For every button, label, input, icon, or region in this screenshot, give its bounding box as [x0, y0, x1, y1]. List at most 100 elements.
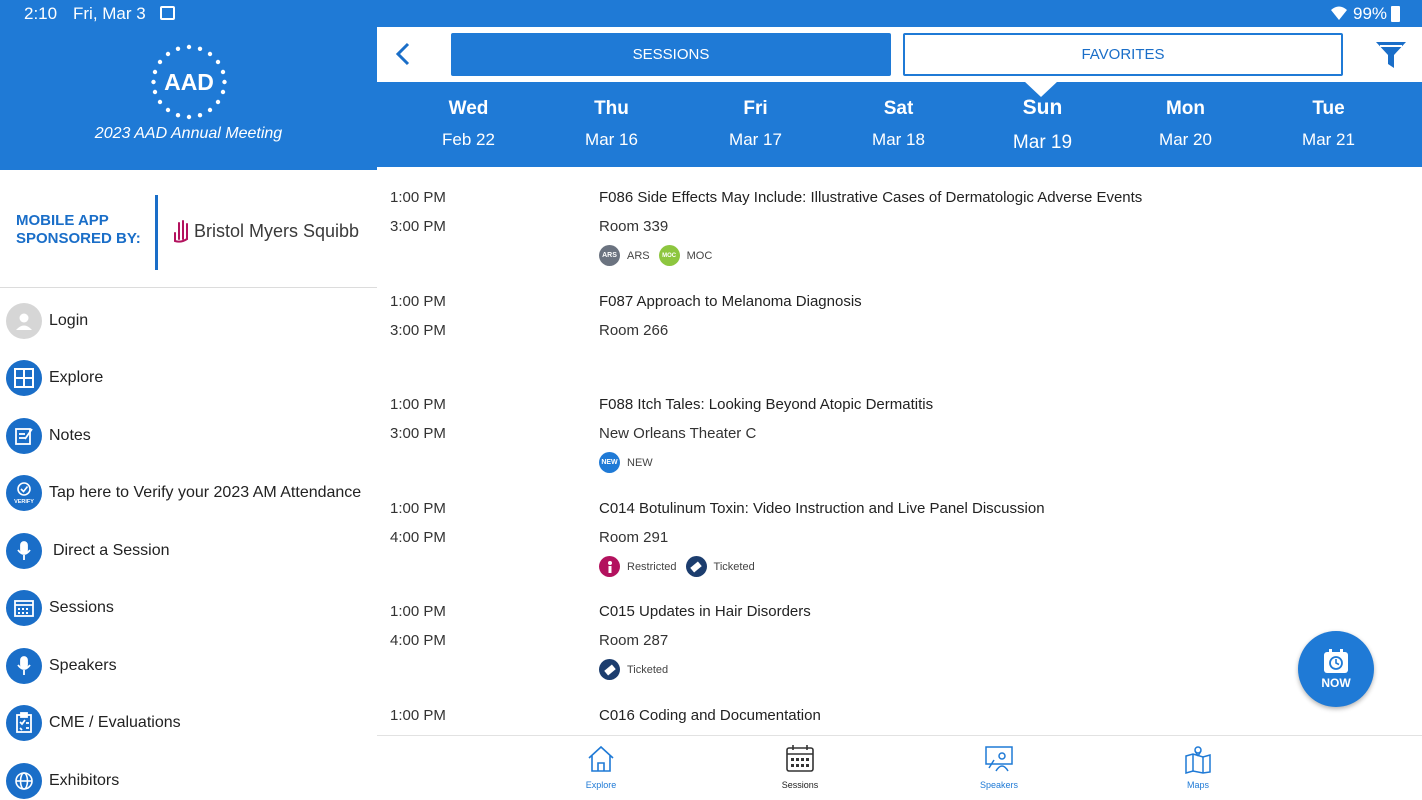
notes-icon	[6, 417, 42, 454]
day-tab-wed[interactable]: Wed Feb 22	[397, 82, 540, 167]
presenter-icon	[985, 746, 1013, 772]
session-title: F088 Itch Tales: Looking Beyond Atopic D…	[599, 396, 934, 413]
sidebar-item-direct-session[interactable]: Direct a Session	[0, 522, 377, 580]
session-title: C016 Coding and Documentation	[599, 707, 821, 724]
favorites-tab-button[interactable]: FAVORITES	[903, 33, 1343, 76]
session-row[interactable]: 1:00 PM 4:00 PM C015 Updates in Hair Dis…	[377, 581, 1422, 685]
session-room: Room 291	[599, 529, 669, 546]
new-icon: NEW	[599, 452, 620, 473]
day-tab-thu[interactable]: Thu Mar 16	[540, 82, 683, 167]
map-icon	[1185, 746, 1211, 774]
day-name: Sat	[883, 98, 914, 119]
nav-label: Speakers	[979, 780, 1019, 790]
day-tab-sat[interactable]: Sat Mar 18	[827, 82, 970, 167]
session-end-time: 4:00 PM	[390, 632, 446, 649]
session-start-time: 1:00 PM	[390, 189, 446, 206]
session-end-time: 3:00 PM	[390, 218, 446, 235]
sidebar-item-speakers[interactable]: Speakers	[0, 637, 377, 695]
nav-speakers[interactable]: Speakers	[939, 736, 1059, 800]
sidebar-item-exhibitors[interactable]: Exhibitors	[0, 752, 377, 800]
session-badges: Restricted Ticketed	[599, 556, 755, 577]
session-end-time: 3:00 PM	[390, 322, 446, 339]
battery-percent: 99%	[1353, 4, 1388, 23]
day-tab-fri[interactable]: Fri Mar 17	[684, 82, 827, 167]
grid-icon	[6, 360, 42, 397]
filter-icon[interactable]	[1374, 39, 1408, 71]
sidebar-item-verify-attendance[interactable]: VERIFY Tap here to Verify your 2023 AM A…	[0, 465, 377, 523]
badge-label: Restricted	[627, 560, 677, 573]
sponsor-logo: Bristol Myers Squibb	[172, 217, 362, 245]
nav-explore[interactable]: Explore	[541, 736, 661, 800]
session-row[interactable]: 1:00 PM 3:00 PM F086 Side Effects May In…	[377, 167, 1422, 271]
session-list: 1:00 PM 3:00 PM F086 Side Effects May In…	[377, 167, 1422, 735]
nav-sessions[interactable]: Sessions	[740, 736, 860, 800]
sponsor-label: MOBILE APP SPONSORED BY:	[16, 212, 141, 247]
session-row[interactable]: 1:00 PM 3:00 PM F088 Itch Tales: Looking…	[377, 374, 1422, 478]
day-name: Sun	[1022, 96, 1063, 119]
now-button[interactable]: NOW	[1298, 631, 1374, 707]
sidebar-item-cme-evaluations[interactable]: CME / Evaluations	[0, 695, 377, 753]
ars-icon: ARS	[599, 245, 620, 266]
session-start-time: 1:00 PM	[390, 707, 446, 724]
verify-icon: VERIFY	[6, 475, 42, 512]
calendar-icon	[6, 590, 42, 627]
session-title: F087 Approach to Melanoma Diagnosis	[599, 293, 862, 310]
sidebar-item-label: Exhibitors	[49, 771, 120, 789]
meeting-title: 2023 AAD Annual Meeting	[94, 125, 283, 142]
session-title: C014 Botulinum Toxin: Video Instruction …	[599, 500, 1045, 517]
ticket-icon	[599, 659, 620, 680]
day-name: Wed	[448, 98, 489, 119]
bms-hand-icon	[174, 220, 188, 243]
day-date: Mar 19	[1012, 132, 1073, 153]
day-name: Fri	[743, 98, 768, 119]
calendar-icon	[786, 745, 814, 772]
main-content: SESSIONS FAVORITES Wed Feb 22 Thu Mar 16…	[377, 27, 1422, 800]
microphone-icon	[6, 532, 42, 569]
now-label: NOW	[1321, 675, 1351, 690]
home-icon	[588, 745, 614, 772]
session-title: C015 Updates in Hair Disorders	[599, 603, 811, 620]
badge-label: MOC	[686, 249, 713, 262]
sidebar-item-label: Login	[49, 311, 89, 329]
sidebar: AAD 2023 AAD Annual Meeting MOBILE APP S…	[0, 27, 377, 800]
session-title: F086 Side Effects May Include: Illustrat…	[599, 189, 1143, 206]
day-date: Mar 17	[729, 130, 782, 149]
session-row[interactable]: 1:00 PM 4:00 PM C014 Botulinum Toxin: Vi…	[377, 478, 1422, 582]
sidebar-item-label: Notes	[49, 426, 91, 444]
session-end-time: 3:00 PM	[390, 425, 446, 442]
sidebar-item-login[interactable]: Login	[0, 292, 377, 350]
day-date: Mar 18	[872, 130, 925, 149]
badge-label: Ticketed	[713, 560, 755, 573]
logo-text: AAD	[164, 68, 214, 95]
session-row[interactable]: 1:00 PM 3:00 PM F087 Approach to Melanom…	[377, 271, 1422, 375]
day-tab-tue[interactable]: Tue Mar 21	[1257, 82, 1400, 167]
day-selector: Wed Feb 22 Thu Mar 16 Fri Mar 17 Sat Mar…	[377, 81, 1422, 167]
nav-label: Sessions	[781, 780, 819, 790]
status-date: Fri, Mar 3	[73, 4, 146, 23]
sidebar-item-label: CME / Evaluations	[49, 714, 181, 732]
session-badges: NEW NEW	[599, 452, 653, 473]
selected-day-indicator	[1024, 81, 1058, 97]
sidebar-item-notes[interactable]: Notes	[0, 407, 377, 465]
session-room: Room 287	[599, 632, 669, 649]
nav-label: Maps	[1186, 780, 1209, 790]
badge-new: NEW NEW	[599, 452, 653, 473]
sponsor-banner[interactable]: MOBILE APP SPONSORED BY: Bristol Myers S…	[0, 170, 377, 288]
nav-maps[interactable]: Maps	[1138, 736, 1258, 800]
sessions-tab-button[interactable]: SESSIONS	[451, 33, 891, 76]
day-name: Thu	[594, 98, 629, 119]
session-row[interactable]: 1:00 PM C016 Coding and Documentation	[377, 685, 1422, 735]
moc-icon: MOC	[658, 245, 680, 266]
session-end-time: 4:00 PM	[390, 529, 446, 546]
globe-icon	[6, 762, 42, 799]
badge-label: ARS	[627, 249, 650, 262]
sidebar-item-sessions[interactable]: Sessions	[0, 580, 377, 638]
day-date: Mar 16	[585, 130, 638, 149]
back-arrow-icon[interactable]	[389, 39, 419, 69]
app-root: 2:10 Fri, Mar 3 99% AAD 2023 AAD Annual …	[0, 0, 1422, 800]
badge-label: NEW	[627, 456, 653, 469]
sidebar-item-explore[interactable]: Explore	[0, 350, 377, 408]
day-tab-mon[interactable]: Mon Mar 20	[1114, 82, 1257, 167]
nav-label: Explore	[585, 780, 617, 790]
badge-label: Ticketed	[627, 663, 669, 676]
